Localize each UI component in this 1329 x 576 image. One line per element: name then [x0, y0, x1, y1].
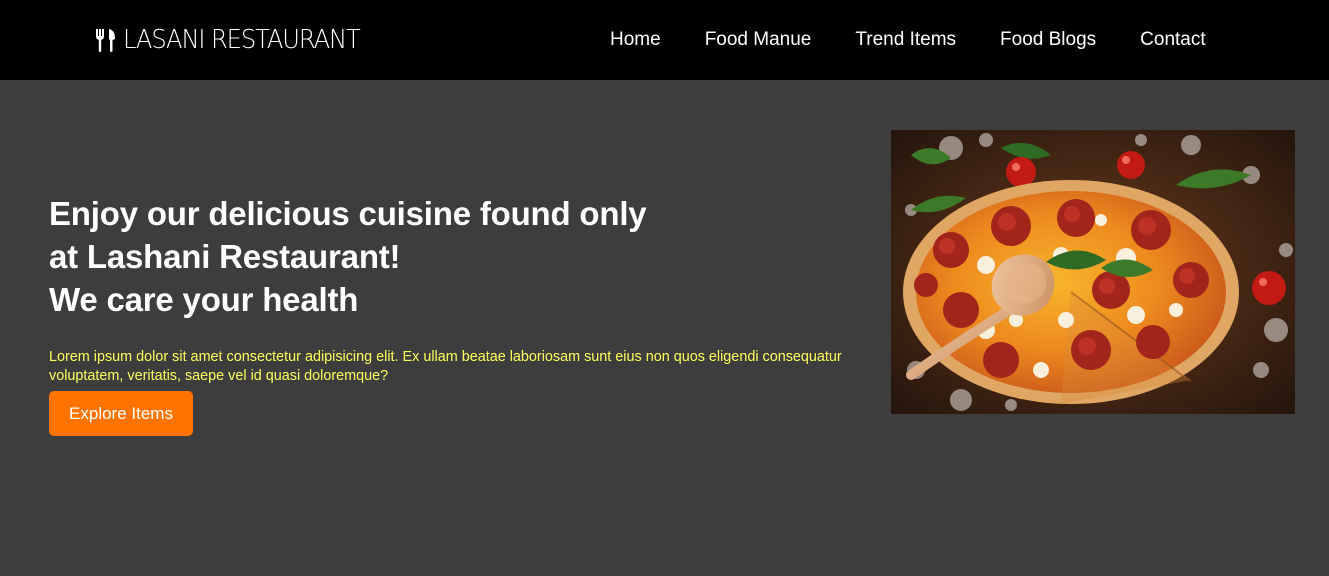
nav-item-trend-items[interactable]: Trend Items: [833, 29, 978, 51]
nav-item-contact[interactable]: Contact: [1118, 29, 1227, 51]
hero-heading: Enjoy our delicious cuisine found only a…: [49, 192, 859, 321]
hero-heading-line: We care your health: [49, 281, 359, 318]
main-nav: Home Food Manue Trend Items Food Blogs C…: [588, 0, 1228, 80]
hero-description: Lorem ipsum dolor sit amet consectetur a…: [49, 349, 842, 384]
nav-item-home[interactable]: Home: [588, 29, 683, 51]
top-navbar: LASANI RESTAURANT Home Food Manue Trend …: [0, 0, 1329, 80]
hero-heading-line: at Lashani Restaurant!: [49, 238, 401, 275]
brand-logo[interactable]: LASANI RESTAURANT: [94, 24, 377, 56]
pizza-image: [891, 130, 1295, 414]
hero-text-block: Enjoy our delicious cuisine found only a…: [49, 192, 859, 386]
nav-item-food-menu[interactable]: Food Manue: [683, 29, 834, 51]
fork-knife-icon: [94, 27, 120, 53]
hero-heading-line: Enjoy our delicious cuisine found only: [49, 195, 647, 232]
brand-name: LASANI RESTAURANT: [123, 25, 361, 55]
explore-items-button[interactable]: Explore Items: [49, 391, 193, 436]
nav-item-food-blogs[interactable]: Food Blogs: [978, 29, 1118, 51]
